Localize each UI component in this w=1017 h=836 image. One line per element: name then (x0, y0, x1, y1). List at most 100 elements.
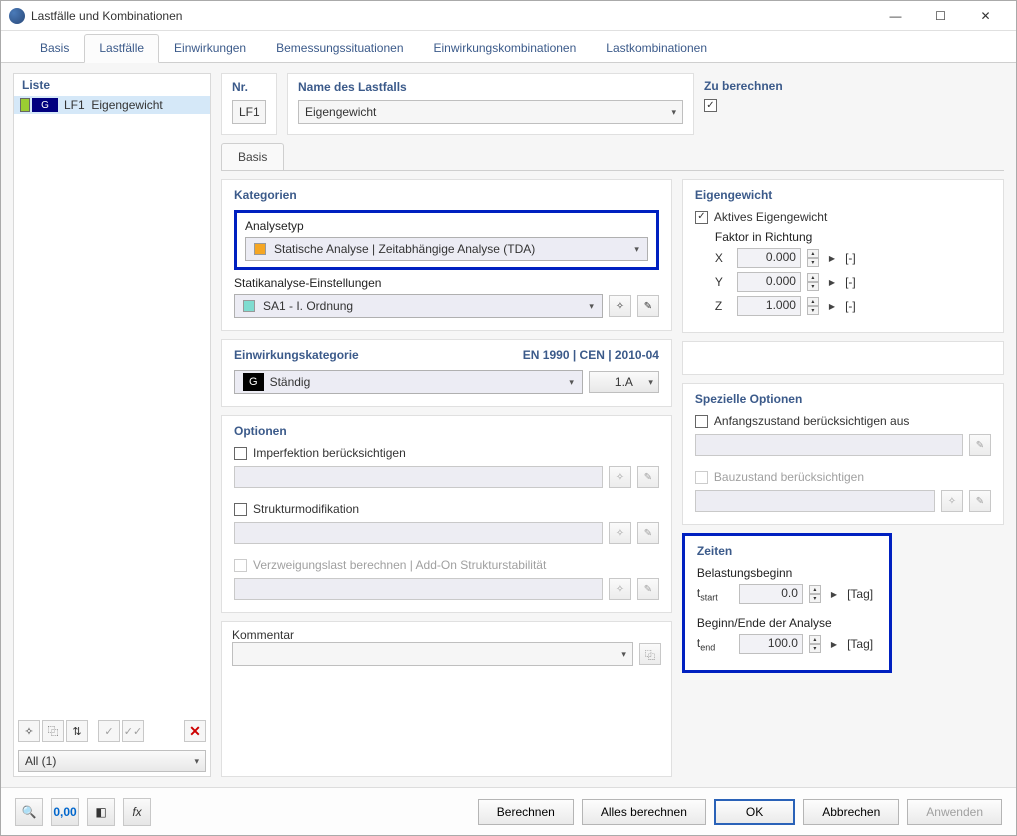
unit-y: [-] (845, 275, 856, 289)
name-label: Name des Lastfalls (298, 80, 683, 94)
analysetyp-label: Analysetyp (245, 219, 648, 233)
verzweigung-edit-button: ✎ (637, 578, 659, 600)
statik-new-button[interactable]: ✧ (609, 295, 631, 317)
statik-dropdown[interactable]: SA1 - I. Ordnung (234, 294, 603, 318)
faktor-y-input[interactable]: 0.000 (737, 272, 801, 292)
checkall-button[interactable]: ✓✓ (122, 720, 144, 742)
tab-lastkombi[interactable]: Lastkombinationen (591, 34, 722, 62)
eigengewicht-checkbox[interactable]: ✓ (695, 211, 708, 224)
einwirkung-title: Einwirkungskategorie (234, 348, 359, 362)
kommentar-panel: Kommentar ⿻ (221, 621, 672, 777)
tool-button-2[interactable]: fx (123, 798, 151, 826)
sort-button[interactable]: ⇅ (66, 720, 88, 742)
einwirkung-dropdown[interactable]: G Ständig (234, 370, 583, 394)
faktor-z-input[interactable]: 1.000 (737, 296, 801, 316)
alles-berechnen-button[interactable]: Alles berechnen (582, 799, 706, 825)
tab-einwirkungen[interactable]: Einwirkungen (159, 34, 261, 62)
name-input[interactable]: Eigengewicht (298, 100, 683, 124)
abbrechen-button[interactable]: Abbrechen (803, 799, 899, 825)
anfang-edit-button[interactable]: ✎ (969, 434, 991, 456)
tool-button-1[interactable]: ◧ (87, 798, 115, 826)
spezielle-title: Spezielle Optionen (695, 392, 991, 406)
play-icon[interactable]: ▶ (829, 278, 835, 287)
name-value: Eigengewicht (305, 105, 376, 119)
content-area: Liste G LF1 Eigengewicht ✧ ⿻ ⇅ ✓ ✓✓ ✕ (1, 63, 1016, 787)
list-item[interactable]: G LF1 Eigengewicht (14, 96, 210, 114)
dialog-window: Lastfälle und Kombinationen — ☐ ✕ Basis … (0, 0, 1017, 836)
color-swatch-icon (20, 98, 30, 112)
verzweigung-new-button: ✧ (609, 578, 631, 600)
close-button[interactable]: ✕ (963, 2, 1008, 30)
analysetyp-dropdown[interactable]: Statische Analyse | Zeitabhängige Analys… (245, 237, 648, 261)
imperfektion-checkbox[interactable] (234, 447, 247, 460)
kommentar-button[interactable]: ⿻ (639, 643, 661, 665)
minimize-button[interactable]: — (873, 2, 918, 30)
help-button[interactable]: 🔍 (15, 798, 43, 826)
bauzustand-edit-button: ✎ (969, 490, 991, 512)
verzweigung-checkbox (234, 559, 247, 572)
optionen-title: Optionen (234, 424, 659, 438)
subtab-basis[interactable]: Basis (221, 143, 284, 170)
analysetyp-color-icon (254, 243, 266, 255)
tstart-spinner[interactable]: ▴▾ (809, 585, 821, 603)
tab-basis[interactable]: Basis (25, 34, 84, 62)
struktur-new-button[interactable]: ✧ (609, 522, 631, 544)
tab-einwirkungskombi[interactable]: Einwirkungskombinationen (419, 34, 592, 62)
bauzustand-label: Bauzustand berücksichtigen (714, 470, 864, 484)
imperfektion-edit-button[interactable]: ✎ (637, 466, 659, 488)
sidebar: Liste G LF1 Eigengewicht ✧ ⿻ ⇅ ✓ ✓✓ ✕ (13, 73, 211, 777)
statik-edit-button[interactable]: ✎ (637, 295, 659, 317)
eigengewicht-active-label: Aktives Eigengewicht (714, 210, 827, 224)
imperfektion-label: Imperfektion berücksichtigen (253, 446, 406, 460)
kategorien-panel: Kategorien Analysetyp Statische Analyse … (221, 179, 672, 331)
struktur-checkbox[interactable] (234, 503, 247, 516)
calc-checkbox[interactable]: ✓ (704, 99, 717, 112)
left-column: Kategorien Analysetyp Statische Analyse … (221, 179, 672, 777)
einwirkung-standard: EN 1990 | CEN | 2010-04 (523, 348, 659, 362)
ok-button[interactable]: OK (714, 799, 795, 825)
anfang-checkbox[interactable] (695, 415, 708, 428)
play-icon[interactable]: ▶ (829, 302, 835, 311)
tend-input[interactable]: 100.0 (739, 634, 803, 654)
struktur-input[interactable] (234, 522, 603, 544)
tend-label: tend (697, 636, 733, 652)
tab-bemessung[interactable]: Bemessungssituationen (261, 34, 418, 62)
nr-label: Nr. (232, 80, 266, 94)
imperfektion-input[interactable] (234, 466, 603, 488)
faktor-x-input[interactable]: 0.000 (737, 248, 801, 268)
einwirkung-class-dropdown[interactable]: 1.A (589, 371, 659, 393)
play-icon[interactable]: ▶ (829, 254, 835, 263)
category-badge: G (32, 98, 58, 112)
delete-button[interactable]: ✕ (184, 720, 206, 742)
tend-unit: [Tag] (847, 637, 873, 651)
new-button[interactable]: ✧ (18, 720, 40, 742)
tab-lastfaelle[interactable]: Lastfälle (84, 34, 159, 63)
maximize-button[interactable]: ☐ (918, 2, 963, 30)
calc-group: Zu berechnen ✓ (704, 73, 1004, 135)
kommentar-input[interactable] (232, 642, 633, 666)
anfang-label: Anfangszustand berücksichtigen aus (714, 414, 909, 428)
anwenden-button[interactable]: Anwenden (907, 799, 1002, 825)
calc-label: Zu berechnen (704, 79, 994, 93)
play-icon[interactable]: ▶ (831, 640, 837, 649)
check-button[interactable]: ✓ (98, 720, 120, 742)
faktor-y-spinner[interactable]: ▴▾ (807, 273, 819, 291)
bauzustand-checkbox (695, 471, 708, 484)
tend-spinner[interactable]: ▴▾ (809, 635, 821, 653)
imperfektion-new-button[interactable]: ✧ (609, 466, 631, 488)
faktor-x-spinner[interactable]: ▴▾ (807, 249, 819, 267)
filter-dropdown[interactable]: All (1) (18, 750, 206, 772)
tstart-label: tstart (697, 586, 733, 602)
zeiten-title: Zeiten (697, 544, 877, 558)
anfang-input[interactable] (695, 434, 963, 456)
right-column: Eigengewicht ✓Aktives Eigengewicht Fakto… (682, 179, 1004, 777)
eigengewicht-title: Eigengewicht (695, 188, 991, 202)
faktor-z-spinner[interactable]: ▴▾ (807, 297, 819, 315)
tstart-input[interactable]: 0.0 (739, 584, 803, 604)
struktur-edit-button[interactable]: ✎ (637, 522, 659, 544)
units-button[interactable]: 0,00 (51, 798, 79, 826)
play-icon[interactable]: ▶ (831, 590, 837, 599)
nr-input[interactable]: LF1 (232, 100, 266, 124)
copy-button[interactable]: ⿻ (42, 720, 64, 742)
berechnen-button[interactable]: Berechnen (478, 799, 574, 825)
